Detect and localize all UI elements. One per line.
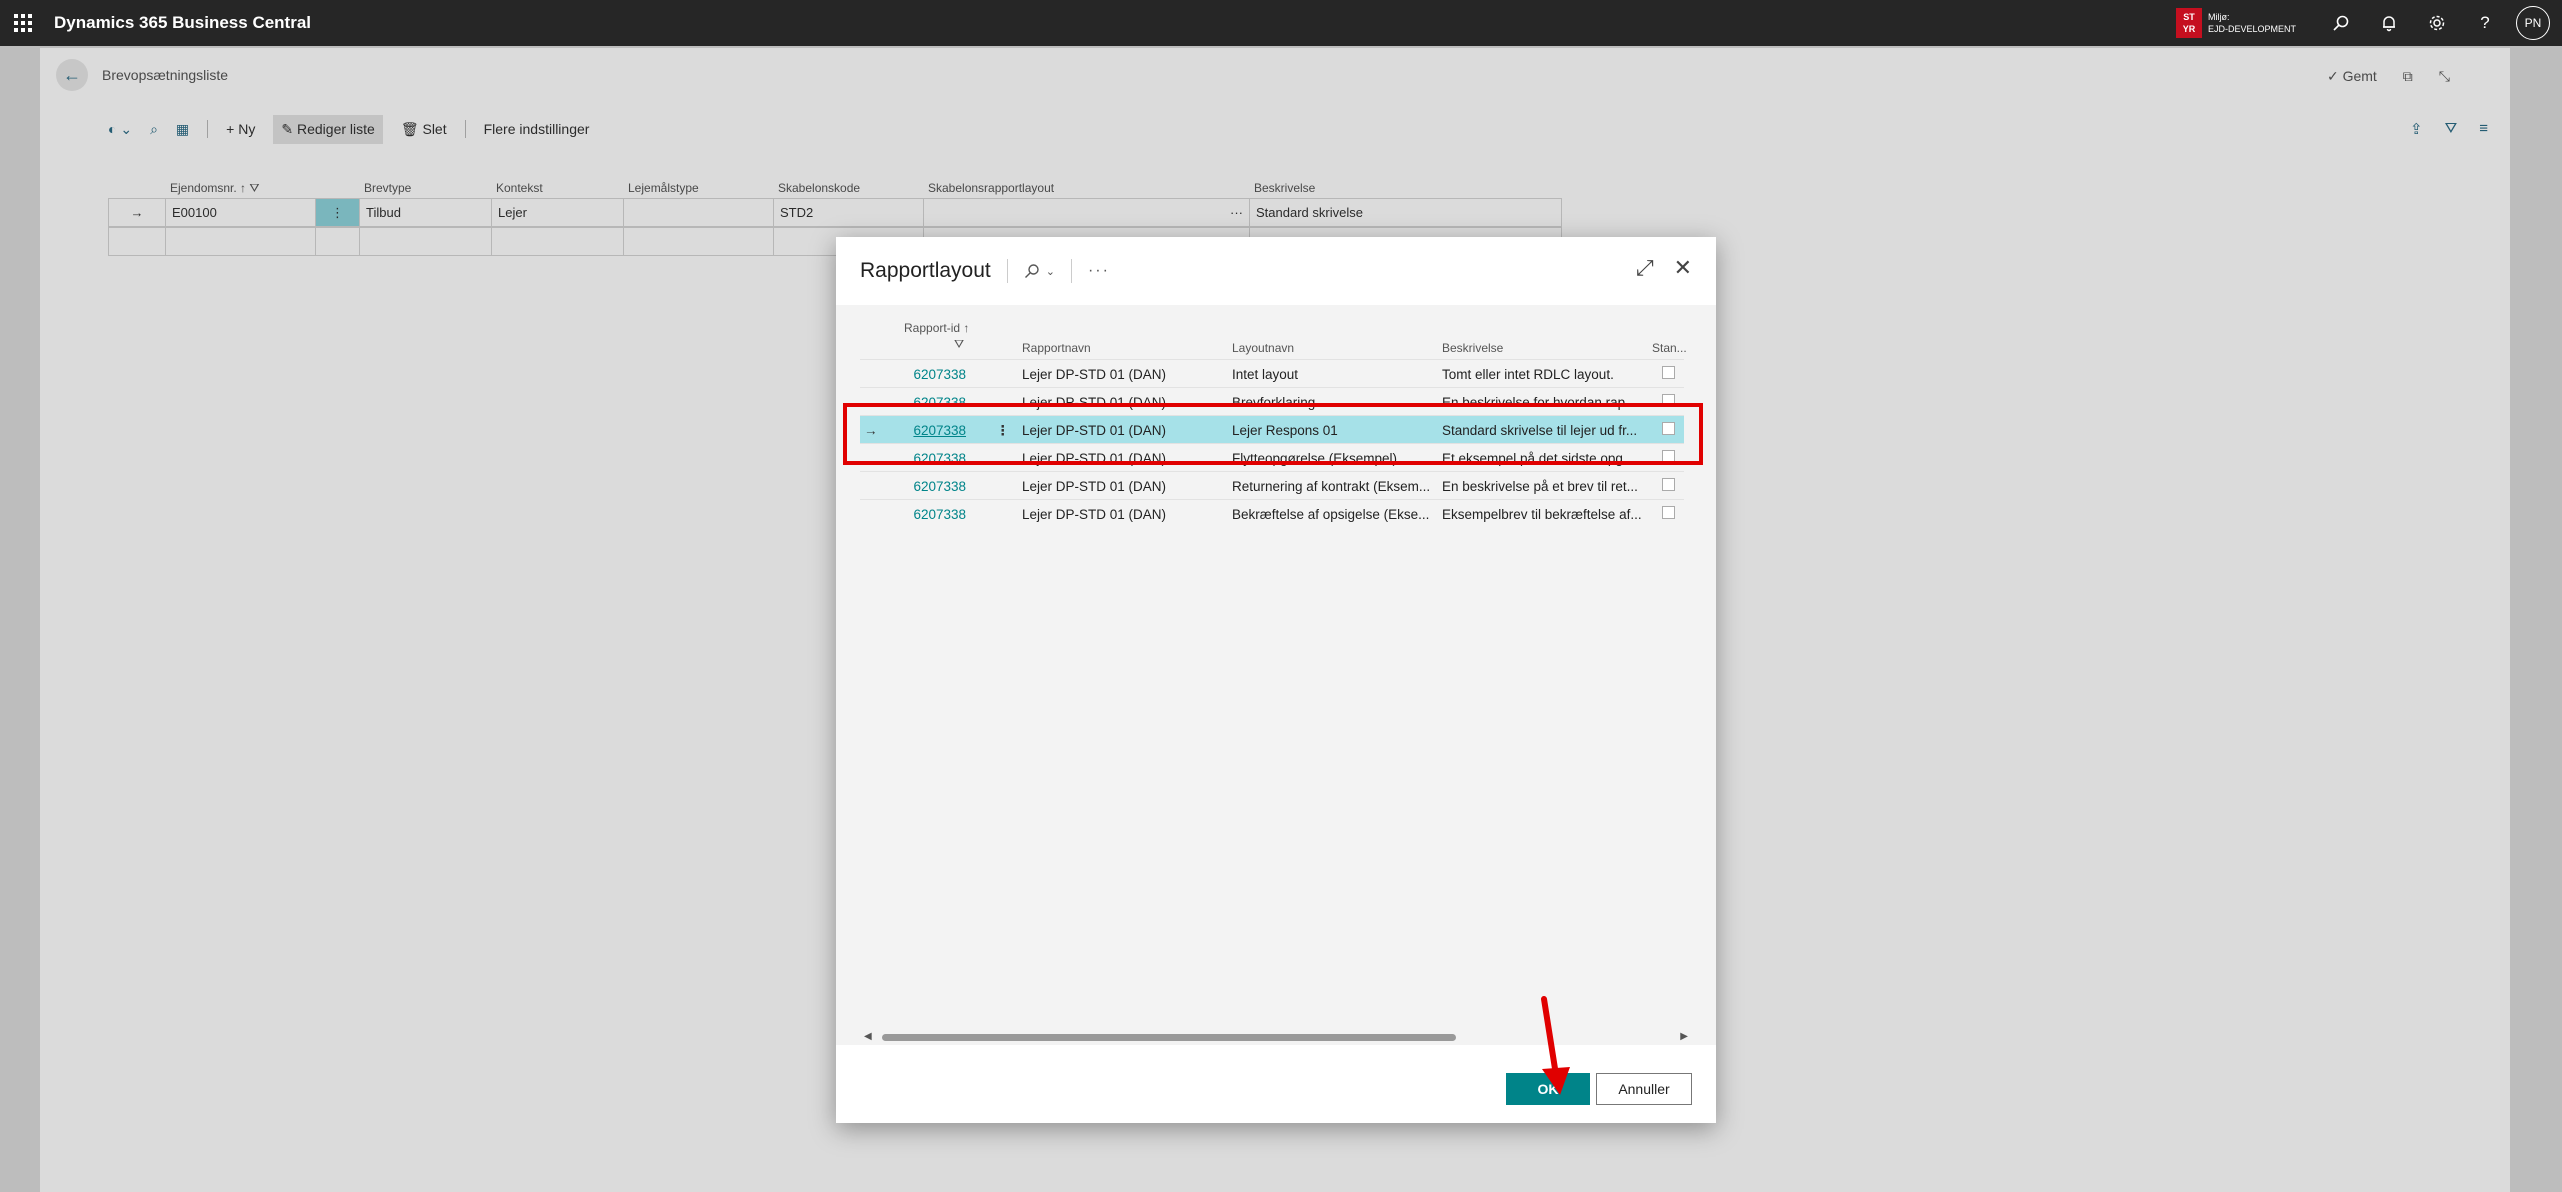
description-cell: Tomt eller intet RDLC layout. [1442, 367, 1614, 382]
report-id-link[interactable]: 6207338 [900, 367, 966, 382]
gear-icon[interactable] [2420, 6, 2454, 40]
standard-checkbox[interactable] [1662, 506, 1675, 519]
search-icon[interactable]: ⌄ [1024, 263, 1055, 279]
report-name-cell: Lejer DP-STD 01 (DAN) [1022, 507, 1167, 522]
app-title[interactable]: Dynamics 365 Business Central [54, 13, 311, 33]
report-name-cell: Lejer DP-STD 01 (DAN) [1022, 479, 1167, 494]
help-icon[interactable]: ? [2468, 6, 2502, 40]
environment-badge: ST YR [2175, 8, 2202, 38]
close-icon[interactable]: ✕ [1674, 255, 1692, 281]
layout-name-cell: Returnering af kontrakt (Eksem... [1232, 479, 1431, 494]
table-row[interactable]: 6207338 Lejer DP-STD 01 (DAN) Returnering … [860, 471, 1684, 499]
report-name-cell: Lejer DP-STD 01 (DAN) [1022, 367, 1167, 382]
layout-name-cell: Intet layout [1232, 367, 1299, 382]
expand-icon[interactable]: ⤢ [1636, 255, 1654, 281]
col-beskrivelse[interactable]: Beskrivelse [1442, 341, 1503, 355]
chevron-down-icon: ⌄ [1045, 265, 1055, 278]
highlight-annotation [843, 403, 1703, 465]
arrow-annotation [1541, 996, 1570, 1095]
dialog-title: Rapportlayout [860, 259, 991, 282]
waffle-icon[interactable] [0, 0, 46, 46]
bell-icon[interactable] [2372, 6, 2406, 40]
table-row[interactable]: 6207338 Lejer DP-STD 01 (DAN) Intet layout… [860, 359, 1684, 387]
user-avatar[interactable]: PN [2516, 6, 2550, 40]
col-standard[interactable]: Stan... [1652, 341, 1687, 355]
standard-checkbox[interactable] [1662, 366, 1675, 379]
scroll-right-icon[interactable]: ▶ [1680, 1031, 1688, 1042]
app-bar: Dynamics 365 Business Central ST YR Miljø… [0, 0, 2562, 46]
report-id-link[interactable]: 6207338 [900, 507, 966, 522]
search-icon[interactable] [2324, 6, 2358, 40]
standard-checkbox[interactable] [1662, 478, 1675, 491]
layout-name-cell: Bekræftelse af opsigelse (Ekse... [1232, 507, 1430, 522]
environment-label: Miljø: EJD-DEVELOPMENT [2207, 12, 2296, 34]
col-rapportnavn[interactable]: Rapportnavn [1022, 341, 1091, 355]
col-layoutnavn[interactable]: Layoutnavn [1232, 341, 1294, 355]
col-rapport-id[interactable]: Rapport-id ↑ [904, 321, 969, 335]
cancel-button[interactable]: Annuller [1596, 1073, 1692, 1105]
description-cell: Eksempelbrev til bekræftelse af... [1442, 507, 1642, 522]
scroll-left-icon[interactable]: ◀ [864, 1031, 872, 1042]
table-row[interactable]: 6207338 Lejer DP-STD 01 (DAN) Bekræftelse … [860, 499, 1684, 527]
scrollbar-thumb[interactable] [882, 1034, 1456, 1041]
report-layout-dialog: Rapportlayout ⌄ ··· ⤢ ✕ Rapport-id ↑ ⛛ R… [836, 237, 1716, 1123]
report-id-link[interactable]: 6207338 [900, 479, 966, 494]
more-options-icon[interactable]: ··· [1088, 262, 1110, 280]
description-cell: En beskrivelse på et brev til ret... [1442, 479, 1638, 494]
filter-icon[interactable]: ⛛ [954, 337, 964, 352]
